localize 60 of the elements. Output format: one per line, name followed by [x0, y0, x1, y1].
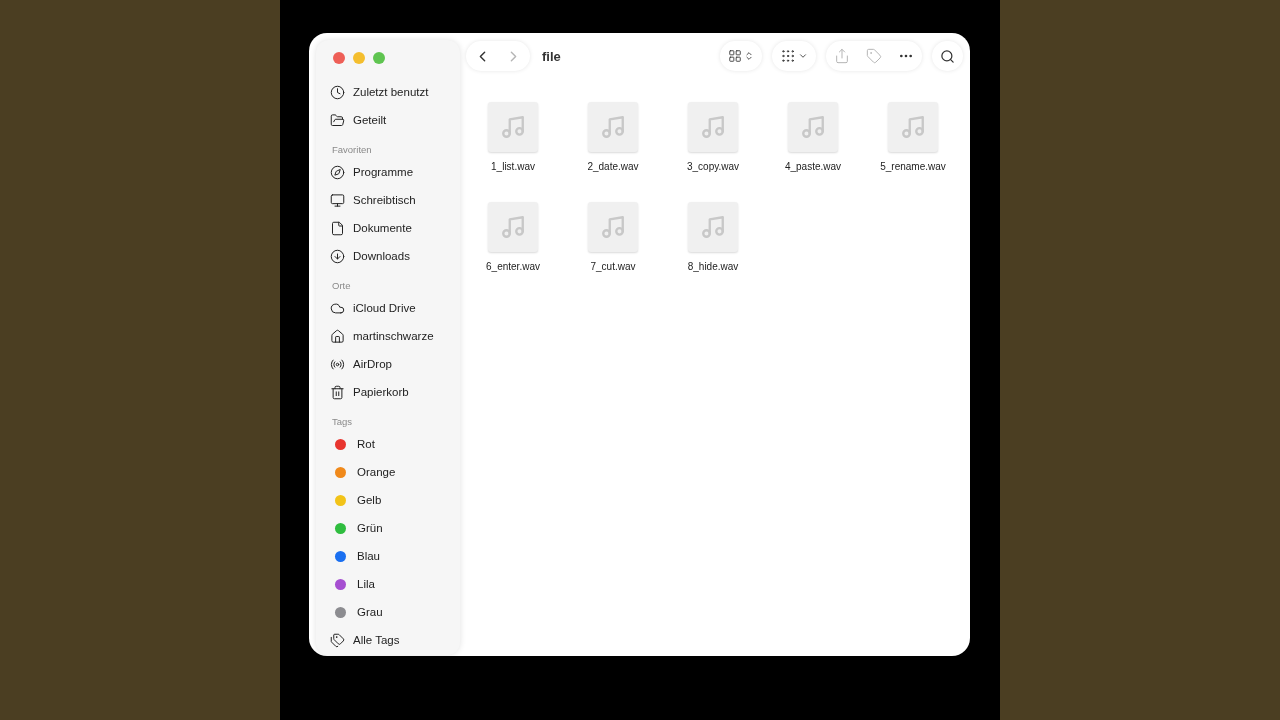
sidebar-item[interactable]: Papierkorb — [330, 378, 460, 406]
recent-icon — [330, 84, 345, 100]
audio-file-icon[interactable] — [588, 102, 638, 152]
search-icon — [940, 48, 955, 64]
file-name[interactable]: 2_date.wav — [587, 161, 639, 172]
shared-icon — [330, 112, 345, 128]
grid-icon — [728, 49, 742, 63]
sidebar-item[interactable]: Gelb — [330, 486, 460, 514]
audio-file-icon[interactable] — [488, 102, 538, 152]
file-name[interactable]: 4_paste.wav — [784, 161, 842, 172]
window-title: file — [542, 48, 562, 64]
section-header: Orte — [332, 280, 352, 291]
share-icon[interactable] — [834, 48, 850, 64]
sidebar-item[interactable]: iCloud Drive — [330, 294, 460, 322]
audio-file-icon[interactable] — [788, 102, 838, 152]
tag-icon[interactable] — [866, 48, 882, 64]
sidebar-item[interactable]: Programme — [330, 158, 460, 186]
group-button[interactable] — [772, 41, 816, 71]
audio-file-icon[interactable] — [488, 202, 538, 252]
chevron-down-icon — [798, 51, 808, 61]
search-button[interactable] — [932, 41, 963, 71]
audio-file-icon[interactable] — [888, 102, 938, 152]
sidebar-item[interactable]: Alle Tags — [330, 626, 460, 654]
download-icon — [330, 248, 345, 264]
section-header: Tags — [332, 416, 354, 427]
file-name[interactable]: 5_rename.wav — [880, 161, 946, 172]
home-icon — [330, 328, 345, 344]
dots-grid-icon — [780, 48, 796, 64]
view-button[interactable] — [720, 41, 762, 71]
minimize-button[interactable] — [353, 52, 365, 64]
file-name[interactable]: 3_copy.wav — [686, 161, 740, 172]
tags-icon — [330, 632, 345, 648]
sidebar-item[interactable]: Downloads — [330, 242, 460, 270]
sidebar-item[interactable]: Geteilt — [330, 106, 460, 134]
audio-file-icon[interactable] — [688, 102, 738, 152]
close-button[interactable] — [333, 52, 345, 64]
sidebar-item[interactable]: Orange — [330, 458, 460, 486]
section-header: Favoriten — [332, 144, 373, 155]
trash-icon — [330, 384, 345, 400]
file-name[interactable]: 7_cut.wav — [590, 261, 636, 272]
sidebar-item[interactable]: Rot — [330, 430, 460, 458]
sidebar-item[interactable]: Dokumente — [330, 214, 460, 242]
file-name[interactable]: 1_list.wav — [491, 161, 535, 172]
audio-file-icon[interactable] — [588, 202, 638, 252]
sidebar-item[interactable]: Schreibtisch — [330, 186, 460, 214]
file-name[interactable]: 6_enter.wav — [486, 261, 540, 272]
zoom-button[interactable] — [373, 52, 385, 64]
sidebar-item[interactable]: Grün — [330, 514, 460, 542]
desktop-icon — [330, 192, 345, 208]
sidebar-item[interactable]: martinschwarze — [330, 322, 460, 350]
sidebar-item[interactable]: Lila — [330, 570, 460, 598]
file-name[interactable]: 8_hide.wav — [687, 261, 739, 272]
sidebar-item[interactable]: Zuletzt benutzt — [330, 78, 460, 106]
document-icon — [330, 220, 345, 236]
audio-file-icon[interactable] — [688, 202, 738, 252]
updown-chevron-icon — [744, 51, 754, 61]
cloud-icon — [330, 300, 345, 316]
sidebar-item[interactable]: AirDrop — [330, 350, 460, 378]
sidebar-item[interactable]: Blau — [330, 542, 460, 570]
sidebar-item[interactable]: Grau — [330, 598, 460, 626]
